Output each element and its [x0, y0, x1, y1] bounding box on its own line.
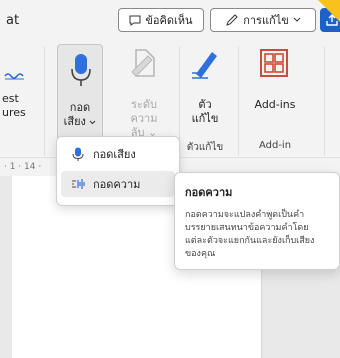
- transcribe-icon: [72, 179, 85, 189]
- editor-pen-icon: [192, 52, 217, 79]
- menu-item-label: กอดเสียง: [93, 148, 136, 161]
- dictate-label-1: กอด: [69, 101, 91, 114]
- pencil-icon: [226, 14, 238, 26]
- dictate-label-2: เสียง: [58, 115, 102, 129]
- squiggle-icon: [4, 73, 24, 80]
- microphone-icon: [72, 147, 84, 161]
- group-separator: [44, 46, 45, 156]
- menu-item-transcribe[interactable]: กอดความ: [61, 171, 175, 197]
- ruler: · 1 · 14 ·: [0, 158, 60, 176]
- editing-button[interactable]: การแก้ไข: [210, 8, 316, 32]
- dictate-dropdown-menu: กอดเสียง กอดความ: [56, 136, 180, 206]
- title-bar: at ข้อคิดเห็น การแก้ไข: [0, 0, 340, 40]
- addins-grid-icon: [260, 49, 288, 77]
- comments-label: ข้อคิดเห็น: [145, 14, 193, 27]
- partial-button-label[interactable]: est ures: [2, 92, 26, 120]
- tooltip: กอดความ กอดความจะแปลงคำพูดเป็นคำบรรยายเส…: [174, 172, 340, 270]
- editor-button[interactable]: ตัว แก้ไข: [186, 98, 224, 126]
- group-separator: [238, 46, 239, 156]
- comments-button[interactable]: ข้อคิดเห็น: [118, 8, 204, 32]
- sensitivity-icon: [131, 49, 155, 77]
- group-label-addin: Add-in: [258, 140, 292, 151]
- group-separator: [324, 46, 325, 156]
- dictate-button[interactable]: กอด เสียง: [57, 44, 103, 140]
- editing-label: การแก้ไข: [243, 14, 289, 27]
- group-label-editor: ตัวแก้ไข: [186, 142, 224, 153]
- tooltip-body: กอดความจะแปลงคำพูดเป็นคำบรรยายเสนทนาข้อค…: [185, 210, 315, 260]
- chevron-down-icon: [90, 120, 96, 124]
- menu-item-dictate[interactable]: กอดเสียง: [61, 141, 175, 167]
- chevron-down-icon: [293, 17, 301, 22]
- addins-button[interactable]: Add-ins: [248, 98, 302, 112]
- microphone-icon: [71, 54, 91, 86]
- menu-item-label: กอดความ: [93, 178, 141, 191]
- comment-icon: [129, 15, 141, 26]
- tooltip-title: กอดความ: [185, 186, 233, 199]
- corner-marker: [318, 0, 340, 22]
- sensitivity-button[interactable]: ระดับความ ลับ ⌄: [118, 98, 170, 139]
- tab-label-partial: at: [6, 13, 20, 28]
